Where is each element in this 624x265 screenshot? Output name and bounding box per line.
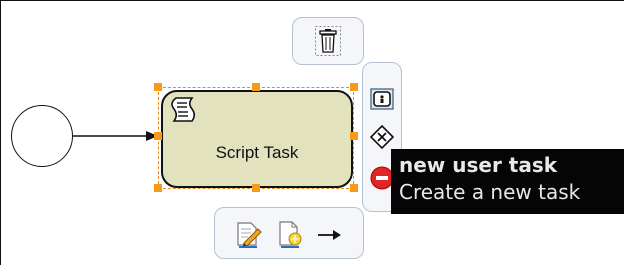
resize-handle-bottom-left[interactable]	[154, 184, 162, 192]
tooltip-description: Create a new task	[399, 180, 581, 204]
diagram-canvas[interactable]: Script Task new user task Create a new t…	[0, 0, 624, 265]
change-type-button[interactable]	[274, 218, 306, 250]
tooltip-title: new user task	[399, 153, 558, 177]
edit-button[interactable]	[232, 218, 264, 250]
resize-handle-top[interactable]	[252, 83, 260, 91]
resize-handle-top-left[interactable]	[154, 83, 162, 91]
resize-handle-bottom[interactable]	[252, 184, 260, 192]
connect-button[interactable]	[314, 222, 344, 248]
gateway-icon	[369, 124, 395, 150]
resize-handle-top-right[interactable]	[350, 83, 358, 91]
edit-icon	[237, 222, 262, 248]
delete-button[interactable]	[312, 24, 344, 58]
script-icon	[171, 97, 196, 122]
tooltip: new user task Create a new task	[391, 149, 624, 214]
resize-handle-right[interactable]	[350, 132, 358, 140]
resize-handle-left[interactable]	[154, 132, 162, 140]
change-type-icon	[279, 221, 302, 248]
trash-icon	[315, 26, 341, 56]
resize-handle-bottom-right[interactable]	[350, 184, 358, 192]
new-user-task-button[interactable]	[369, 86, 395, 112]
connect-arrow-icon	[318, 230, 341, 240]
new-gateway-button[interactable]	[369, 123, 395, 151]
user-task-icon	[370, 88, 394, 110]
task-label: Script Task	[215, 143, 299, 162]
